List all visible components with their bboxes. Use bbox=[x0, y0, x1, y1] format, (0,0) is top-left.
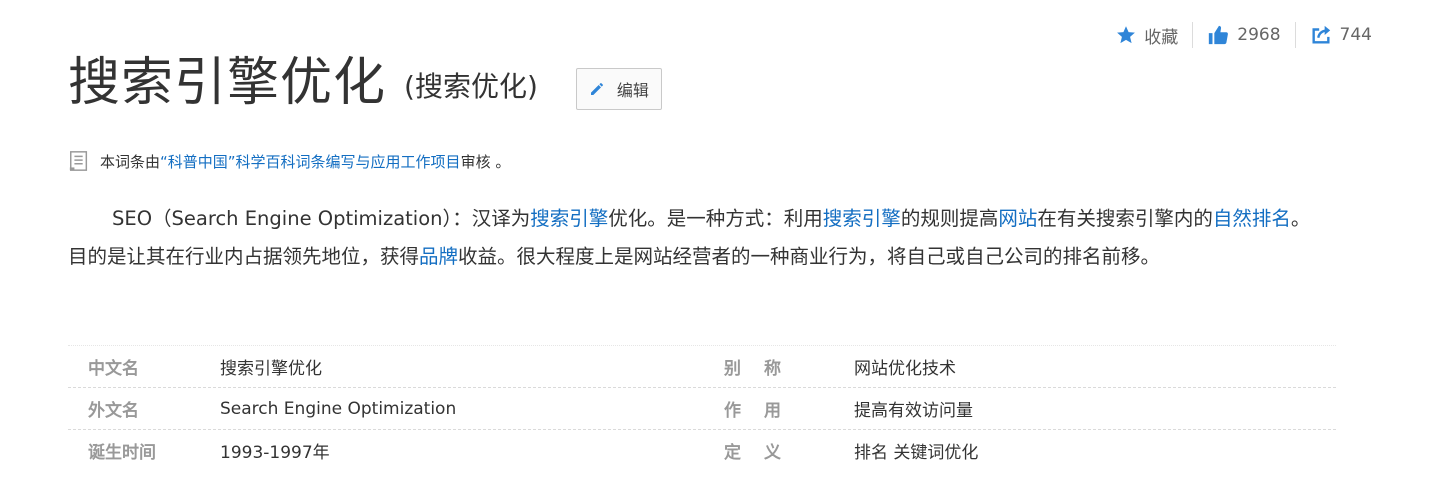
share-count: 744 bbox=[1339, 25, 1372, 45]
edit-label: 编辑 bbox=[616, 81, 649, 100]
basic-info-table: 中文名 搜索引擎优化 别 称 网站优化技术 外文名 Search Engine … bbox=[68, 345, 1336, 471]
info-name: 外文名 bbox=[88, 401, 139, 421]
thumbs-up-icon bbox=[1209, 25, 1229, 45]
page-subtitle: (搜索优化) bbox=[404, 70, 538, 103]
share-icon bbox=[1312, 25, 1330, 44]
info-value: 排名 关键词优化 bbox=[854, 443, 979, 463]
review-prefix: 本词条由 bbox=[100, 152, 161, 171]
info-name: 作 用 bbox=[724, 401, 784, 421]
divider bbox=[1192, 22, 1194, 48]
info-value: 搜索引擎优化 bbox=[220, 359, 322, 379]
share-button[interactable]: 744 bbox=[1310, 24, 1372, 46]
summary-link-brand[interactable]: 品牌 bbox=[419, 245, 458, 268]
info-value: Search Engine Optimization bbox=[220, 398, 457, 419]
title-row: 搜索引擎优化 (搜索优化) 编辑 bbox=[68, 50, 662, 116]
lemma-summary: SEO（Search Engine Optimization）：汉译为搜索引擎优… bbox=[68, 200, 1326, 276]
favorite-button[interactable]: 收藏 bbox=[1116, 23, 1178, 48]
favorite-label: 收藏 bbox=[1144, 27, 1179, 48]
star-icon bbox=[1117, 26, 1136, 44]
info-name: 中文名 bbox=[88, 359, 139, 379]
summary-text: 在有关搜索引擎内的 bbox=[1037, 207, 1213, 230]
like-button[interactable]: 2968 bbox=[1207, 24, 1281, 46]
summary-text: 收益。很大程度上是网站经营者的一种商业行为，将自己或自己公司的排名前移。 bbox=[458, 245, 1161, 268]
review-notice: 本词条由 “科普中国”科学百科词条编写与应用工作项目 审核 。 bbox=[68, 150, 510, 172]
like-count: 2968 bbox=[1237, 25, 1281, 45]
info-name: 诞生时间 bbox=[88, 443, 156, 463]
info-name: 定 义 bbox=[724, 443, 784, 463]
page-title: 搜索引擎优化 bbox=[68, 53, 387, 113]
review-project-link[interactable]: “科普中国”科学百科词条编写与应用工作项目 bbox=[160, 151, 461, 172]
pencil-icon bbox=[590, 83, 603, 95]
summary-link-natural-ranking[interactable]: 自然排名 bbox=[1213, 207, 1291, 230]
table-row: 诞生时间 1993-1997年 定 义 排名 关键词优化 bbox=[68, 430, 1336, 471]
table-row: 中文名 搜索引擎优化 别 称 网站优化技术 bbox=[68, 346, 1336, 388]
edit-button[interactable]: 编辑 bbox=[575, 68, 662, 110]
info-value: 提高有效访问量 bbox=[854, 401, 973, 421]
summary-link-search-engine[interactable]: 搜索引擎 bbox=[530, 207, 608, 230]
info-value: 网站优化技术 bbox=[854, 359, 956, 379]
review-suffix: 审核 。 bbox=[460, 152, 511, 171]
summary-link-website[interactable]: 网站 bbox=[998, 207, 1037, 230]
divider bbox=[1294, 22, 1296, 48]
table-row: 外文名 Search Engine Optimization 作 用 提高有效访… bbox=[68, 388, 1336, 430]
document-icon bbox=[69, 151, 88, 171]
info-name: 别 称 bbox=[724, 359, 784, 379]
summary-text: 优化。是一种方式：利用 bbox=[608, 207, 823, 230]
summary-link-search-engine[interactable]: 搜索引擎 bbox=[823, 207, 901, 230]
info-value: 1993-1997年 bbox=[220, 443, 330, 463]
summary-text: 的规则提高 bbox=[900, 207, 999, 230]
summary-text: SEO（Search Engine Optimization）：汉译为 bbox=[112, 207, 531, 230]
entry-actions: 收藏 2968 744 bbox=[1116, 22, 1372, 48]
